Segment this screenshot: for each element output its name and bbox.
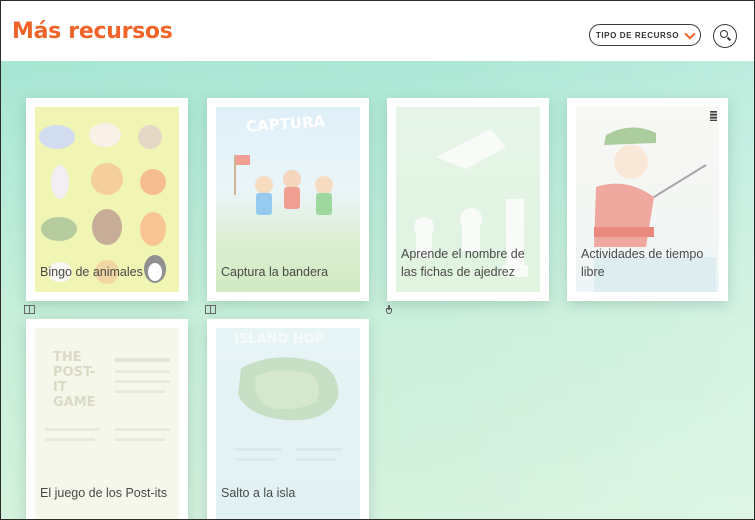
resource-card-capture-flag[interactable]: CAPTURA Captura la bandera [205, 98, 369, 314]
resource-type-filter-button[interactable]: TIPO DE RECURSO [589, 24, 701, 46]
header: Más recursos TIPO DE RECURSO [1, 1, 754, 61]
worksheet-icon [710, 111, 717, 121]
resource-card-bingo[interactable]: Bingo de animales [24, 98, 188, 314]
page-frame: Más recursos TIPO DE RECURSO Bingo de an… [0, 0, 755, 520]
resource-card-chess[interactable]: Aprende el nombre de las fichas de ajedr… [386, 98, 549, 314]
resource-card-island[interactable]: ISLAND HOP Salto a la isla [207, 319, 369, 519]
resource-card-free-time[interactable]: Actividades de tiempo libre [567, 98, 728, 301]
card-title: Captura la bandera [221, 265, 329, 279]
card-title: Salto a la isla [221, 486, 296, 500]
filter-label: TIPO DE RECURSO [595, 30, 680, 40]
page-title: Más recursos [12, 19, 173, 44]
chevron-down-icon [684, 27, 696, 40]
resource-card-postits[interactable]: THE POST-IT GAME El juego de los Post-it… [26, 319, 188, 519]
card-title: Aprende el nombre de las fichas de ajedr… [401, 247, 525, 279]
book-icon [205, 305, 216, 314]
book-icon [24, 305, 35, 314]
hand-icon [385, 305, 393, 315]
card-title: Bingo de animales [40, 265, 143, 279]
search-button[interactable] [713, 24, 737, 48]
card-title: El juego de los Post-its [40, 486, 168, 500]
search-icon-handle [726, 36, 732, 41]
card-title: Actividades de tiempo libre [581, 247, 704, 279]
